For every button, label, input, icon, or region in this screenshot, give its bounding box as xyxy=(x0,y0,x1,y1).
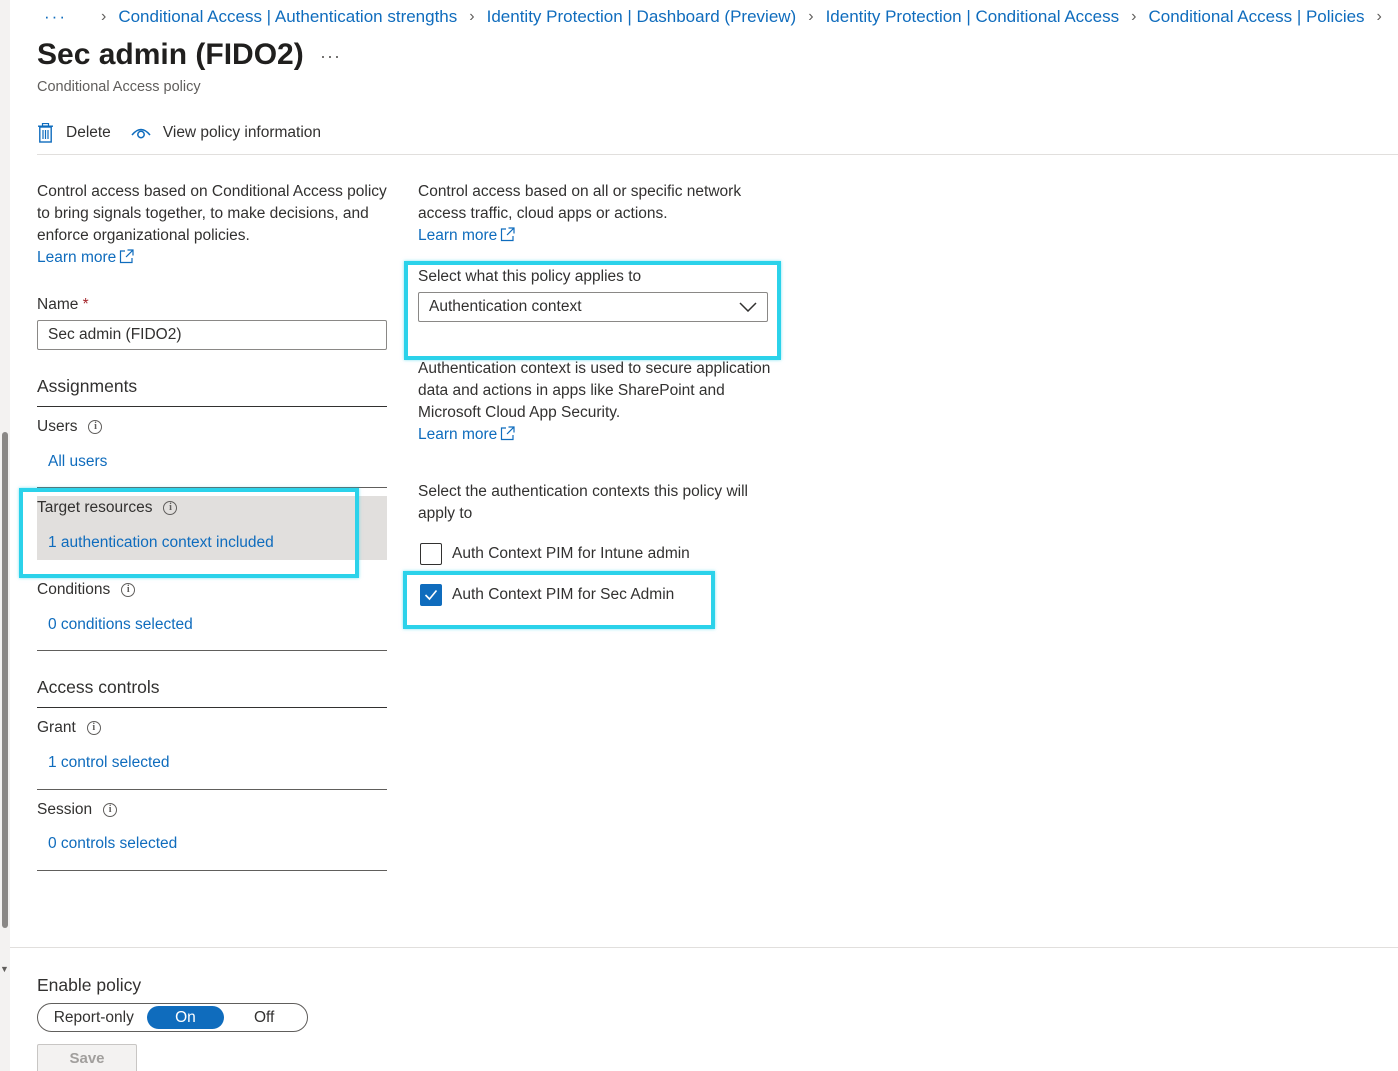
scroll-down-arrow-icon[interactable]: ▼ xyxy=(0,964,9,974)
external-link-icon xyxy=(501,227,515,242)
breadcrumb-item-idp-conditional-access[interactable]: Identity Protection | Conditional Access xyxy=(826,7,1120,27)
external-link-icon xyxy=(501,426,515,441)
auth-context-description-text: Authentication context is used to secure… xyxy=(418,360,771,421)
highlight-box-target-resources xyxy=(19,488,359,578)
page-title: Sec admin (FIDO2) xyxy=(37,38,304,71)
page-subtitle: Conditional Access policy xyxy=(37,79,201,95)
name-field-label: Name * xyxy=(37,296,89,314)
chevron-right-icon: › xyxy=(469,8,475,25)
toggle-option-off[interactable]: Off xyxy=(224,1006,304,1029)
users-value-link[interactable]: All users xyxy=(48,453,107,471)
toggle-option-on[interactable]: On xyxy=(146,1006,225,1029)
conditions-label: Conditions i xyxy=(37,581,136,599)
auth-context-option-label: Auth Context PIM for Intune admin xyxy=(452,545,690,562)
grant-label-text: Grant xyxy=(37,719,76,736)
breadcrumb: ··· › Conditional Access | Authenticatio… xyxy=(44,6,1394,28)
more-options-button[interactable]: ··· xyxy=(320,46,341,67)
chevron-right-icon: › xyxy=(100,8,107,25)
network-description: Control access based on all or specific … xyxy=(418,181,778,247)
toolbar-divider xyxy=(37,154,1398,155)
access-controls-heading: Access controls xyxy=(37,677,160,697)
learn-more-label: Learn more xyxy=(418,426,498,443)
footer-divider xyxy=(10,947,1398,948)
breadcrumb-item-idp-dashboard[interactable]: Identity Protection | Dashboard (Preview… xyxy=(487,7,797,27)
users-label-text: Users xyxy=(37,418,78,435)
view-policy-info-label: View policy information xyxy=(162,124,322,141)
session-label: Session i xyxy=(37,801,118,819)
assignments-heading: Assignments xyxy=(37,376,138,396)
chevron-right-icon: › xyxy=(808,8,814,25)
learn-more-link[interactable]: Learn more xyxy=(418,227,515,244)
checkbox-unchecked[interactable] xyxy=(420,543,442,565)
breadcrumb-item-ca-policies[interactable]: Conditional Access | Policies xyxy=(1148,7,1364,27)
auth-context-description: Authentication context is used to secure… xyxy=(418,358,778,446)
name-label-text: Name xyxy=(37,296,79,313)
toggle-option-report-only[interactable]: Report-only xyxy=(41,1006,147,1029)
grant-label: Grant i xyxy=(37,719,101,737)
save-button[interactable]: Save xyxy=(37,1044,137,1071)
view-policy-info-button[interactable]: View policy information xyxy=(131,124,321,142)
info-icon[interactable]: i xyxy=(121,583,136,597)
info-icon[interactable]: i xyxy=(103,803,118,817)
learn-more-link[interactable]: Learn more xyxy=(37,247,134,269)
select-auth-contexts-label: Select the authentication contexts this … xyxy=(418,483,748,522)
assignments-divider xyxy=(37,406,387,407)
highlight-box-sec-admin-context xyxy=(403,571,715,629)
auth-context-option-intune[interactable]: Auth Context PIM for Intune admin xyxy=(420,543,690,565)
learn-more-label: Learn more xyxy=(418,227,498,244)
session-label-text: Session xyxy=(37,801,93,818)
info-icon[interactable]: i xyxy=(88,420,103,434)
conditions-value-link[interactable]: 0 conditions selected xyxy=(48,616,193,634)
scrollbar-thumb[interactable] xyxy=(2,432,8,928)
delete-label: Delete xyxy=(66,124,111,141)
chevron-right-icon: › xyxy=(1131,8,1137,25)
session-divider xyxy=(37,870,387,871)
grant-divider xyxy=(37,789,387,790)
delete-button[interactable]: Delete xyxy=(37,123,111,143)
session-value-link[interactable]: 0 controls selected xyxy=(48,835,177,853)
learn-more-link[interactable]: Learn more xyxy=(418,426,515,443)
grant-value-link[interactable]: 1 control selected xyxy=(48,754,170,772)
conditions-label-text: Conditions xyxy=(37,581,111,598)
trash-icon xyxy=(38,123,53,143)
required-marker: * xyxy=(82,296,89,313)
enable-policy-label: Enable policy xyxy=(37,975,142,995)
network-description-text: Control access based on all or specific … xyxy=(418,183,742,222)
breadcrumb-item-auth-strengths[interactable]: Conditional Access | Authentication stre… xyxy=(118,7,457,27)
access-controls-divider xyxy=(37,707,387,708)
external-link-icon xyxy=(120,249,134,264)
eye-icon xyxy=(131,128,151,139)
breadcrumb-overflow-button[interactable]: ··· xyxy=(44,7,67,27)
chevron-right-icon: › xyxy=(1376,8,1382,25)
info-icon[interactable]: i xyxy=(86,721,101,735)
users-label: Users i xyxy=(37,418,103,436)
command-bar: Delete View policy information xyxy=(37,118,341,148)
conditions-divider xyxy=(37,650,387,651)
highlight-box-applies-to xyxy=(404,261,781,360)
name-input[interactable] xyxy=(37,320,387,350)
learn-more-label: Learn more xyxy=(37,249,117,266)
enable-policy-toggle: Report-only On Off xyxy=(37,1003,308,1032)
policy-description-text: Control access based on Conditional Acce… xyxy=(37,183,387,244)
policy-description: Control access based on Conditional Acce… xyxy=(37,181,387,269)
